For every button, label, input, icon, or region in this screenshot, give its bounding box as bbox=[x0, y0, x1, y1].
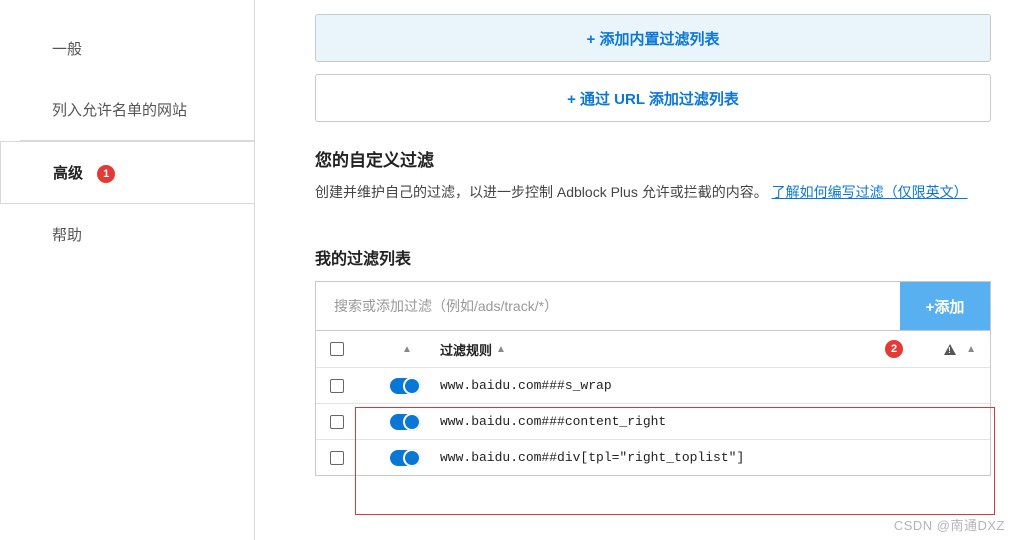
toggle-knob bbox=[403, 449, 421, 467]
sidebar-item-label: 一般 bbox=[52, 41, 82, 58]
main-content: + 添加内置过滤列表 + 通过 URL 添加过滤列表 您的自定义过滤 创建并维护… bbox=[254, 0, 1015, 540]
row-rule-text: www.baidu.com###s_wrap bbox=[440, 378, 916, 393]
sidebar: 一般 列入允许名单的网站 高级 1 帮助 bbox=[0, 0, 254, 540]
row-rule-text: www.baidu.com##div[tpl="right_toplist"] bbox=[440, 450, 916, 465]
warning-icon bbox=[944, 344, 956, 355]
sidebar-item-label: 高级 bbox=[53, 165, 83, 182]
row-checkbox[interactable] bbox=[330, 451, 344, 465]
header-rule-cell[interactable]: 过滤规则 ▲ bbox=[440, 340, 916, 359]
header-toggle-cell: ▲ bbox=[370, 344, 440, 355]
custom-filter-title: 您的自定义过滤 bbox=[315, 146, 991, 171]
table-row: www.baidu.com###s_wrap bbox=[316, 367, 990, 403]
add-filter-button[interactable]: +添加 bbox=[900, 282, 990, 330]
filter-bar: +添加 bbox=[315, 281, 991, 331]
row-toggle[interactable] bbox=[390, 450, 420, 466]
sidebar-item-label: 列入允许名单的网站 bbox=[52, 102, 187, 119]
row-rule-text: www.baidu.com###content_right bbox=[440, 414, 916, 429]
sort-icon: ▲ bbox=[966, 344, 976, 355]
toggle-knob bbox=[403, 413, 421, 431]
my-filter-list-title: 我的过滤列表 bbox=[315, 245, 991, 269]
sort-icon: ▲ bbox=[496, 344, 506, 355]
sidebar-item-advanced[interactable]: 高级 1 bbox=[0, 141, 254, 204]
sidebar-item-general[interactable]: 一般 bbox=[0, 18, 254, 79]
header-checkbox-cell bbox=[330, 342, 370, 356]
row-checkbox[interactable] bbox=[330, 415, 344, 429]
sidebar-item-allowlist[interactable]: 列入允许名单的网站 bbox=[0, 79, 254, 140]
sort-icon: ▲ bbox=[402, 344, 412, 355]
toggle-knob bbox=[403, 377, 421, 395]
filter-search-input[interactable] bbox=[316, 282, 900, 330]
annotation-badge-1: 1 bbox=[97, 165, 115, 183]
header-warn-cell: ▲ bbox=[916, 344, 976, 355]
desc-text: 创建并维护自己的过滤，以进一步控制 Adblock Plus 允许或拦截的内容。 bbox=[315, 184, 768, 200]
add-builtin-filter-button[interactable]: + 添加内置过滤列表 bbox=[315, 14, 991, 62]
row-toggle[interactable] bbox=[390, 378, 420, 394]
header-rule-label: 过滤规则 bbox=[440, 340, 492, 359]
learn-filter-link[interactable]: 了解如何编写过滤（仅限英文） bbox=[772, 184, 968, 200]
sidebar-item-label: 帮助 bbox=[52, 227, 82, 244]
row-checkbox[interactable] bbox=[330, 379, 344, 393]
select-all-checkbox[interactable] bbox=[330, 342, 344, 356]
table-row: www.baidu.com###content_right bbox=[316, 403, 990, 439]
table-row: www.baidu.com##div[tpl="right_toplist"] bbox=[316, 439, 990, 475]
add-url-filter-button[interactable]: + 通过 URL 添加过滤列表 bbox=[315, 74, 991, 122]
row-toggle[interactable] bbox=[390, 414, 420, 430]
sidebar-item-help[interactable]: 帮助 bbox=[0, 204, 254, 265]
custom-filter-description: 创建并维护自己的过滤，以进一步控制 Adblock Plus 允许或拦截的内容。… bbox=[315, 181, 991, 203]
annotation-badge-2: 2 bbox=[885, 340, 903, 358]
